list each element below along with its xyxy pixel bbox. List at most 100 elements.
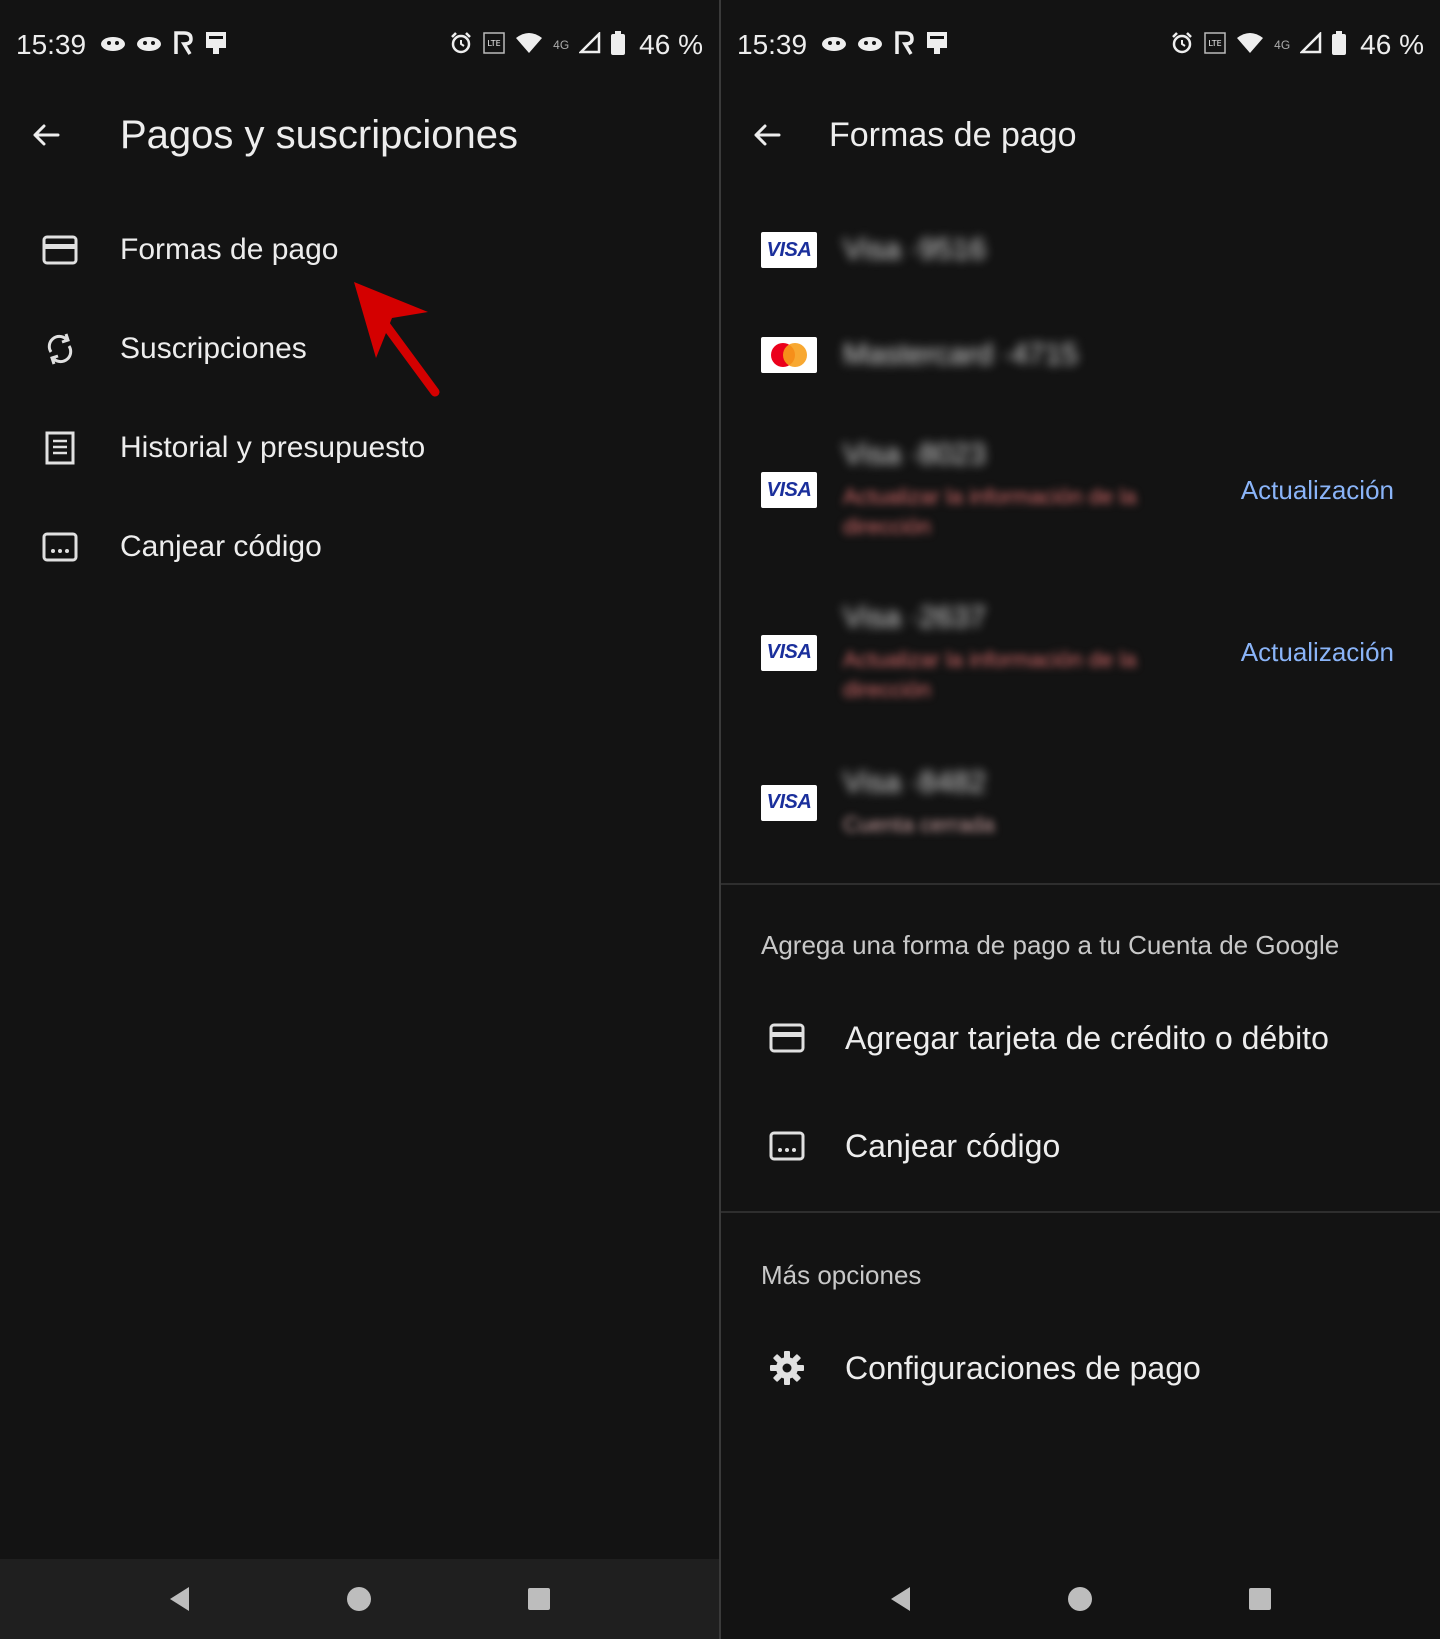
network-type-label: 4G	[1274, 38, 1291, 52]
network-type-label: 4G	[553, 38, 570, 52]
screens: 15:39 LTE 4G 46 % Pagos y suscripciones …	[0, 0, 1440, 1639]
visa-logo-icon: VISA	[761, 472, 817, 508]
ghost-icon	[136, 34, 162, 57]
update-address-link[interactable]: Actualización	[1241, 637, 1394, 668]
battery-icon	[1332, 30, 1347, 60]
battery-icon	[611, 30, 626, 60]
credit-card-icon	[765, 1016, 809, 1060]
menu-item-label: Canjear código	[120, 529, 322, 563]
visa-logo-icon: VISA	[761, 634, 817, 671]
nav-back-button[interactable]	[873, 1571, 929, 1627]
payment-method-name: Visa ·2637	[843, 600, 986, 634]
nav-recents-button[interactable]	[1232, 1571, 1288, 1627]
back-button[interactable]	[737, 105, 797, 165]
alarm-icon	[449, 31, 473, 60]
payment-method-text: Visa ·9516	[843, 233, 986, 267]
payment-method-text: Visa ·2637 Actualizar la información de …	[843, 601, 1173, 705]
app-r-icon	[172, 30, 194, 61]
red-arrow-annotation	[350, 270, 460, 405]
download-icon	[204, 30, 228, 61]
redeem-code-button[interactable]: Canjear código	[721, 1106, 1440, 1186]
app-r-icon	[893, 30, 915, 61]
payment-method-row[interactable]: VISA Visa ·2637 Actualizar la informació…	[721, 570, 1440, 735]
battery-percent: 46 %	[639, 29, 703, 60]
status-time: 15:39	[737, 29, 808, 60]
status-right-icons: LTE 4G 46 %	[449, 29, 703, 61]
volte-icon: LTE	[483, 31, 505, 60]
recents-square-icon	[528, 1588, 551, 1610]
system-nav-bar	[721, 1559, 1440, 1639]
wifi-icon	[1236, 32, 1264, 59]
back-button[interactable]	[16, 105, 76, 165]
payment-method-row[interactable]: VISA Visa ·8482 Cuenta cerrada	[721, 735, 1440, 870]
status-right-icons: LTE 4G 46 %	[1170, 29, 1424, 61]
app-bar: Formas de pago	[721, 90, 1440, 180]
ghost-icon	[821, 34, 847, 57]
signal-icon	[1299, 30, 1322, 59]
visa-logo-icon: VISA	[761, 232, 817, 268]
payment-settings-label: Configuraciones de pago	[845, 1349, 1201, 1386]
nav-home-button[interactable]	[331, 1571, 387, 1627]
signal-icon	[578, 30, 601, 59]
status-left-icons	[821, 30, 949, 61]
menu-item-historial[interactable]: Historial y presupuesto	[0, 398, 719, 497]
menu-item-label: Formas de pago	[120, 232, 339, 266]
mastercard-logo-icon	[761, 337, 817, 373]
update-address-link[interactable]: Actualización	[1241, 475, 1394, 506]
redeem-code-icon	[765, 1124, 809, 1168]
arrow-back-icon	[33, 124, 60, 146]
arrow-back-icon	[754, 124, 781, 146]
menu-item-label: Historial y presupuesto	[120, 430, 426, 464]
payment-method-row[interactable]: VISA Visa ·8023 Actualizar la informació…	[721, 410, 1440, 570]
nav-recents-button[interactable]	[511, 1571, 567, 1627]
payment-method-row[interactable]: VISA Visa ·9516	[721, 200, 1440, 300]
volte-icon: LTE	[1204, 31, 1226, 60]
menu-item-canjear-codigo[interactable]: Canjear código	[0, 497, 719, 596]
battery-percent: 46 %	[1360, 29, 1424, 60]
system-nav-bar	[0, 1559, 719, 1639]
visa-logo-icon: VISA	[761, 784, 817, 821]
ghost-icon	[100, 34, 126, 57]
home-circle-icon	[347, 1587, 372, 1611]
back-triangle-icon	[169, 1587, 189, 1611]
sync-icon	[38, 327, 82, 371]
credit-card-icon	[38, 228, 82, 272]
payment-method-text: Visa ·8023 Actualizar la información de …	[843, 438, 1173, 542]
alarm-icon	[1170, 31, 1194, 60]
payment-methods-list: VISA Visa ·9516 Mastercard ·4715 VISA Vi…	[721, 200, 1440, 870]
left-phone-screen: 15:39 LTE 4G 46 % Pagos y suscripciones …	[0, 0, 719, 1639]
menu-item-label: Suscripciones	[120, 331, 307, 365]
status-left-icons	[100, 30, 228, 61]
payment-method-text: Visa ·8482 Cuenta cerrada	[843, 766, 995, 840]
section-divider	[721, 883, 1440, 885]
redeem-code-icon	[38, 525, 82, 569]
payment-method-name: Visa ·9516	[843, 233, 986, 266]
add-card-button[interactable]: Agregar tarjeta de crédito o débito	[721, 998, 1440, 1078]
gear-icon	[765, 1346, 809, 1390]
wifi-icon	[515, 32, 543, 59]
home-circle-icon	[1068, 1587, 1093, 1611]
section-divider	[721, 1211, 1440, 1213]
ghost-icon	[857, 34, 883, 57]
app-bar: Pagos y suscripciones	[0, 90, 719, 180]
add-card-label: Agregar tarjeta de crédito o débito	[845, 1019, 1329, 1056]
nav-back-button[interactable]	[152, 1571, 208, 1627]
nav-home-button[interactable]	[1052, 1571, 1108, 1627]
payment-method-warning: Actualizar la información de la direcció…	[843, 484, 1137, 539]
page-title: Pagos y suscripciones	[120, 112, 518, 157]
right-phone-screen: 15:39 LTE 4G 46 % Formas de pago VISA Vi…	[721, 0, 1440, 1639]
payment-settings-button[interactable]: Configuraciones de pago	[721, 1328, 1440, 1408]
payment-method-status: Cuenta cerrada	[843, 811, 995, 837]
svg-text:LTE: LTE	[1209, 39, 1222, 48]
download-icon	[925, 30, 949, 61]
redeem-code-label: Canjear código	[845, 1127, 1061, 1164]
recents-square-icon	[1249, 1588, 1272, 1610]
back-triangle-icon	[890, 1587, 910, 1611]
status-bar: 15:39 LTE 4G 46 %	[721, 0, 1440, 90]
more-options-caption: Más opciones	[761, 1260, 922, 1290]
status-bar: 15:39 LTE 4G 46 %	[0, 0, 719, 90]
svg-text:LTE: LTE	[488, 39, 501, 48]
status-time: 15:39	[16, 29, 87, 60]
payment-method-name: Mastercard ·4715	[843, 338, 1079, 371]
payment-method-row[interactable]: Mastercard ·4715	[721, 300, 1440, 410]
